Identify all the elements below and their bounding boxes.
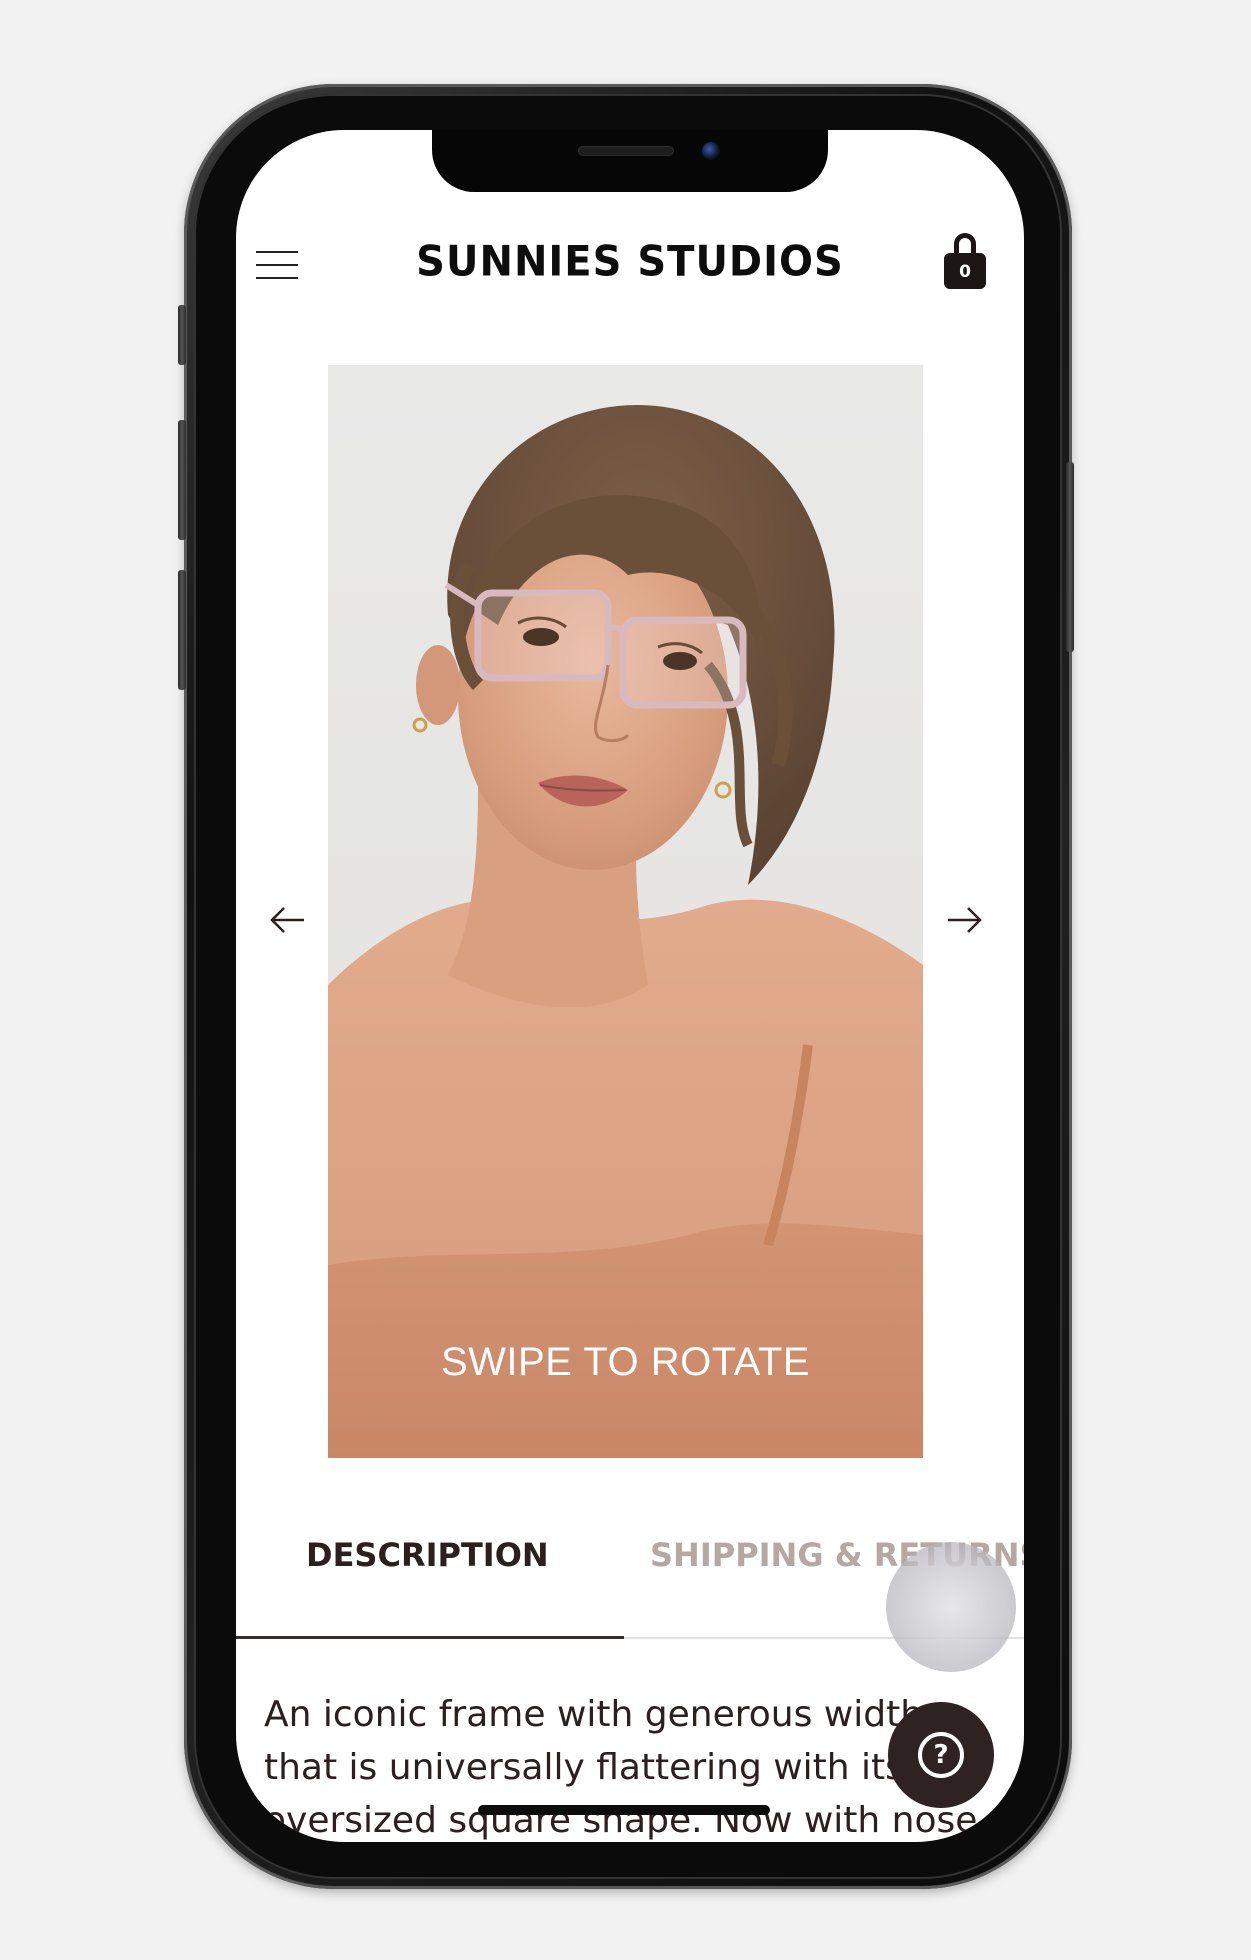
phone-screen: SUNNIES STUDIOS 0 SWIPE TO ROTATE DESCRI… xyxy=(236,130,1024,1842)
power-button xyxy=(1066,462,1074,652)
help-chat-button[interactable]: ? xyxy=(888,1702,994,1808)
product-gallery: SWIPE TO ROTATE xyxy=(236,365,1024,1458)
shopping-bag-icon[interactable]: 0 xyxy=(942,231,988,291)
tab-description[interactable]: DESCRIPTION xyxy=(306,1536,549,1574)
volume-up-button xyxy=(178,420,186,540)
earpiece-speaker xyxy=(578,146,674,156)
question-mark-icon: ? xyxy=(918,1732,964,1778)
site-header: SUNNIES STUDIOS 0 xyxy=(236,225,1024,305)
home-indicator[interactable] xyxy=(478,1805,770,1815)
previous-arrow-icon[interactable] xyxy=(268,905,308,935)
product-model-photo[interactable]: SWIPE TO ROTATE xyxy=(328,365,923,1458)
touch-indicator xyxy=(886,1542,1016,1672)
notch xyxy=(432,130,828,192)
swipe-to-rotate-label: SWIPE TO ROTATE xyxy=(440,1340,811,1384)
volume-down-button xyxy=(178,570,186,690)
brand-logo[interactable]: SUNNIES STUDIOS xyxy=(236,238,1024,286)
mute-switch xyxy=(178,305,186,365)
next-arrow-icon[interactable] xyxy=(944,905,984,935)
model-illustration xyxy=(328,365,923,1458)
front-camera xyxy=(702,142,720,160)
cart-count-badge: 0 xyxy=(944,253,986,289)
active-tab-underline xyxy=(236,1636,624,1639)
